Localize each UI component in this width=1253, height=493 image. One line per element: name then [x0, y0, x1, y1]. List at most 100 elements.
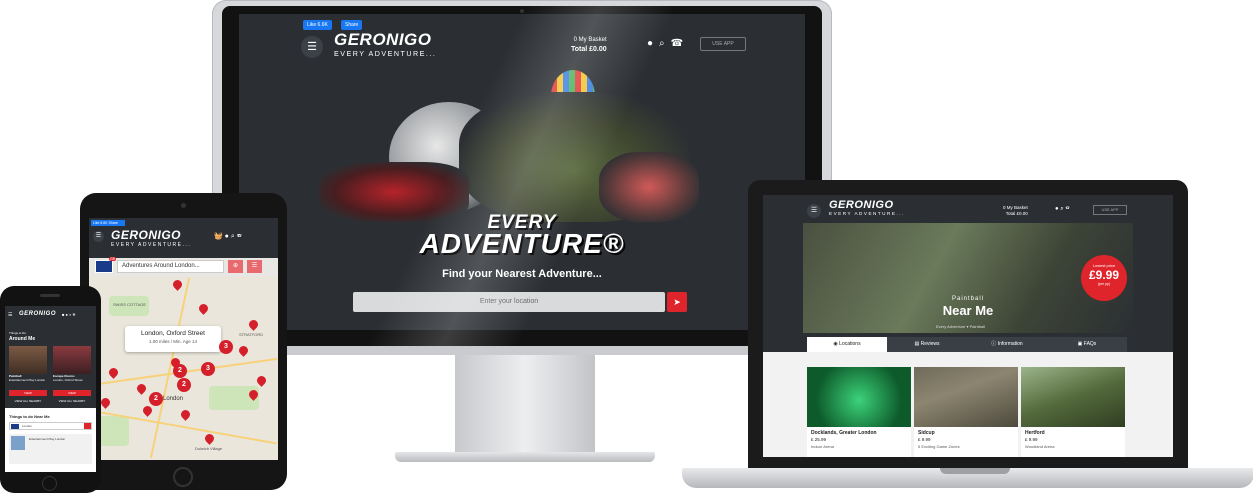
search-icon[interactable]: ⌕ — [69, 312, 71, 317]
menu-icon[interactable]: ☰ — [301, 36, 323, 58]
tab-faqs[interactable]: ▣ FAQs — [1047, 337, 1127, 352]
account-icon[interactable]: ● — [1055, 206, 1059, 212]
tab-locations[interactable]: ◉ Locations — [807, 337, 887, 352]
location-search-input[interactable]: London — [9, 422, 92, 430]
phone-home-button — [42, 476, 57, 491]
monitor-chin — [212, 346, 832, 355]
view-all-link[interactable]: VIEW ALL NEARBY — [9, 399, 47, 403]
activity-thumbnail[interactable] — [9, 346, 47, 374]
view-button[interactable]: VIEW — [53, 390, 91, 396]
activity-subtitle: London, Oxford Street — [53, 378, 83, 382]
menu-icon[interactable]: ☰ — [93, 231, 104, 242]
geronigo-logo[interactable]: GERONIGO EVERY ADVENTURE... — [829, 199, 905, 216]
uk-flag-icon[interactable] — [11, 424, 19, 429]
map-cluster[interactable]: 2 — [177, 378, 191, 392]
map-pin[interactable] — [247, 318, 260, 331]
map-pin[interactable] — [99, 396, 112, 409]
facebook-share-button[interactable]: Share — [341, 20, 363, 30]
basket-summary[interactable]: 0 My Basket Total £0.00 — [1003, 205, 1028, 217]
basket-total: Total £0.00 — [1005, 211, 1028, 216]
phone-icon[interactable]: ☎ — [72, 312, 75, 317]
menu-icon[interactable]: ☰ — [807, 204, 821, 218]
view-all-link[interactable]: VIEW ALL NEARBY — [53, 399, 91, 403]
section-title: Around Me — [9, 336, 36, 342]
crosshair-icon[interactable]: ⊕ — [228, 260, 243, 273]
map-pin[interactable] — [197, 302, 210, 315]
logo-text: GERONIGO — [111, 228, 182, 242]
search-go-icon[interactable] — [84, 423, 91, 429]
result-item[interactable]: Entertainment Play London — [9, 434, 92, 464]
desktop-monitor: Like 6.6K Share ☰ GERONIGO EVERY ADVENTU… — [212, 0, 832, 355]
basket-icon[interactable]: 🧺 — [214, 233, 223, 240]
location-card[interactable]: Sidcup £ 9.99 5 Exciting Game Zones — [914, 367, 1018, 457]
map-pin[interactable] — [141, 404, 154, 417]
search-icon[interactable]: ⌕ — [659, 38, 665, 49]
location-arrow-icon[interactable]: ➤ — [667, 292, 687, 312]
phone-icon[interactable]: ☎ — [1065, 206, 1069, 212]
map-popup[interactable]: London, Oxford Street 1.00 miles / Min. … — [125, 326, 221, 352]
logo-tagline: EVERY ADVENTURE... — [111, 242, 192, 248]
map-pin[interactable] — [107, 366, 120, 379]
tablet: Like 6.6K Share ☰ GERONIGO EVERY ADVENTU… — [80, 193, 287, 490]
search-icon[interactable]: ⌕ — [1060, 206, 1063, 212]
view-button[interactable]: VIEW — [9, 390, 47, 396]
smartphone: ☰ GERONIGO ■ ● ⌕ ☎ Things to Do Around M… — [0, 286, 101, 493]
location-search-input[interactable]: Adventures Around London... — [117, 260, 224, 273]
location-search-input[interactable]: Enter your location — [353, 292, 665, 312]
basket-icon[interactable]: ■ — [62, 312, 64, 317]
geronigo-logo[interactable]: GERONIGO EVERY ADVENTURE... — [334, 30, 436, 58]
faq-icon: ▣ — [1077, 341, 1083, 347]
activity-subtitle: Entertainment Play London — [9, 378, 46, 382]
basket-count: 0 My Basket — [573, 37, 607, 43]
phone-icon[interactable]: ☎ — [237, 233, 242, 240]
map-pin[interactable] — [171, 278, 184, 291]
tab-reviews[interactable]: ▤ Reviews — [887, 337, 967, 352]
tab-label: Locations — [839, 341, 861, 347]
monitor-stand-base — [395, 452, 655, 462]
basket-total: Total £0.00 — [571, 46, 607, 53]
facebook-like-button[interactable]: Like 6.6K Share — [91, 220, 125, 226]
map-cluster[interactable]: 2 — [149, 392, 163, 406]
map-pin[interactable] — [179, 408, 192, 421]
account-icon[interactable]: ● — [647, 38, 653, 49]
activity-thumbnail[interactable] — [53, 346, 91, 374]
adventure-map[interactable]: SWISS COTTAGE STRATFORD London Dulwich V… — [89, 276, 278, 460]
things-near-me-title: Things to do Near Me — [9, 414, 50, 419]
breadcrumb-item[interactable]: Every Adventure — [936, 324, 965, 329]
basket-summary[interactable]: 0 My Basket Total £0.00 — [571, 36, 607, 55]
list-view-icon[interactable]: ☰ — [247, 260, 262, 273]
search-value: London — [22, 424, 33, 428]
geronigo-logo[interactable]: GERONIGO EVERY ADVENTURE... — [111, 228, 191, 248]
location-image — [1021, 367, 1125, 427]
map-label: Dulwich Village — [195, 446, 223, 451]
page-title: Near Me — [942, 303, 994, 318]
facebook-like-button[interactable]: Like 6.6K — [303, 20, 332, 30]
location-card[interactable]: Hertford £ 9.99 Woodland Arena — [1021, 367, 1125, 457]
phone-icon[interactable]: ☎ — [671, 38, 683, 49]
search-icon[interactable]: ⌕ — [231, 233, 235, 240]
menu-icon[interactable]: ☰ — [8, 312, 12, 318]
uk-flag-icon[interactable]: GB — [95, 257, 116, 273]
breadcrumb-item[interactable]: Paintball — [970, 324, 985, 329]
map-cluster[interactable]: 2 — [173, 364, 187, 378]
tabs: ◉ Locations ▤ Reviews ⓘ Information ▣ FA… — [807, 337, 1127, 352]
location-pin-icon: ◉ — [833, 341, 838, 347]
location-card[interactable]: Docklands, Greater London £ 25.99 Indoor… — [807, 367, 911, 457]
use-app-button[interactable]: USE APP — [1093, 205, 1127, 215]
map-pin[interactable] — [135, 382, 148, 395]
map-pin[interactable] — [237, 344, 250, 357]
tablet-camera — [181, 203, 186, 208]
map-pin[interactable] — [255, 374, 268, 387]
account-icon[interactable]: ● — [66, 312, 68, 317]
map-cluster[interactable]: 3 — [201, 362, 215, 376]
tablet-header: Like 6.6K Share ☰ GERONIGO EVERY ADVENTU… — [89, 218, 278, 258]
header-icons: ● ⌕ ☎ — [647, 38, 689, 49]
use-app-button[interactable]: USE APP — [700, 37, 746, 51]
header-icons: 🧺 ● ⌕ ☎ — [214, 232, 242, 241]
map-pin[interactable] — [203, 432, 216, 445]
map-cluster[interactable]: 3 — [219, 340, 233, 354]
tab-information[interactable]: ⓘ Information — [967, 337, 1047, 352]
account-icon[interactable]: ● — [225, 233, 229, 240]
geronigo-logo[interactable]: GERONIGO — [19, 311, 56, 317]
result-image — [11, 436, 25, 450]
